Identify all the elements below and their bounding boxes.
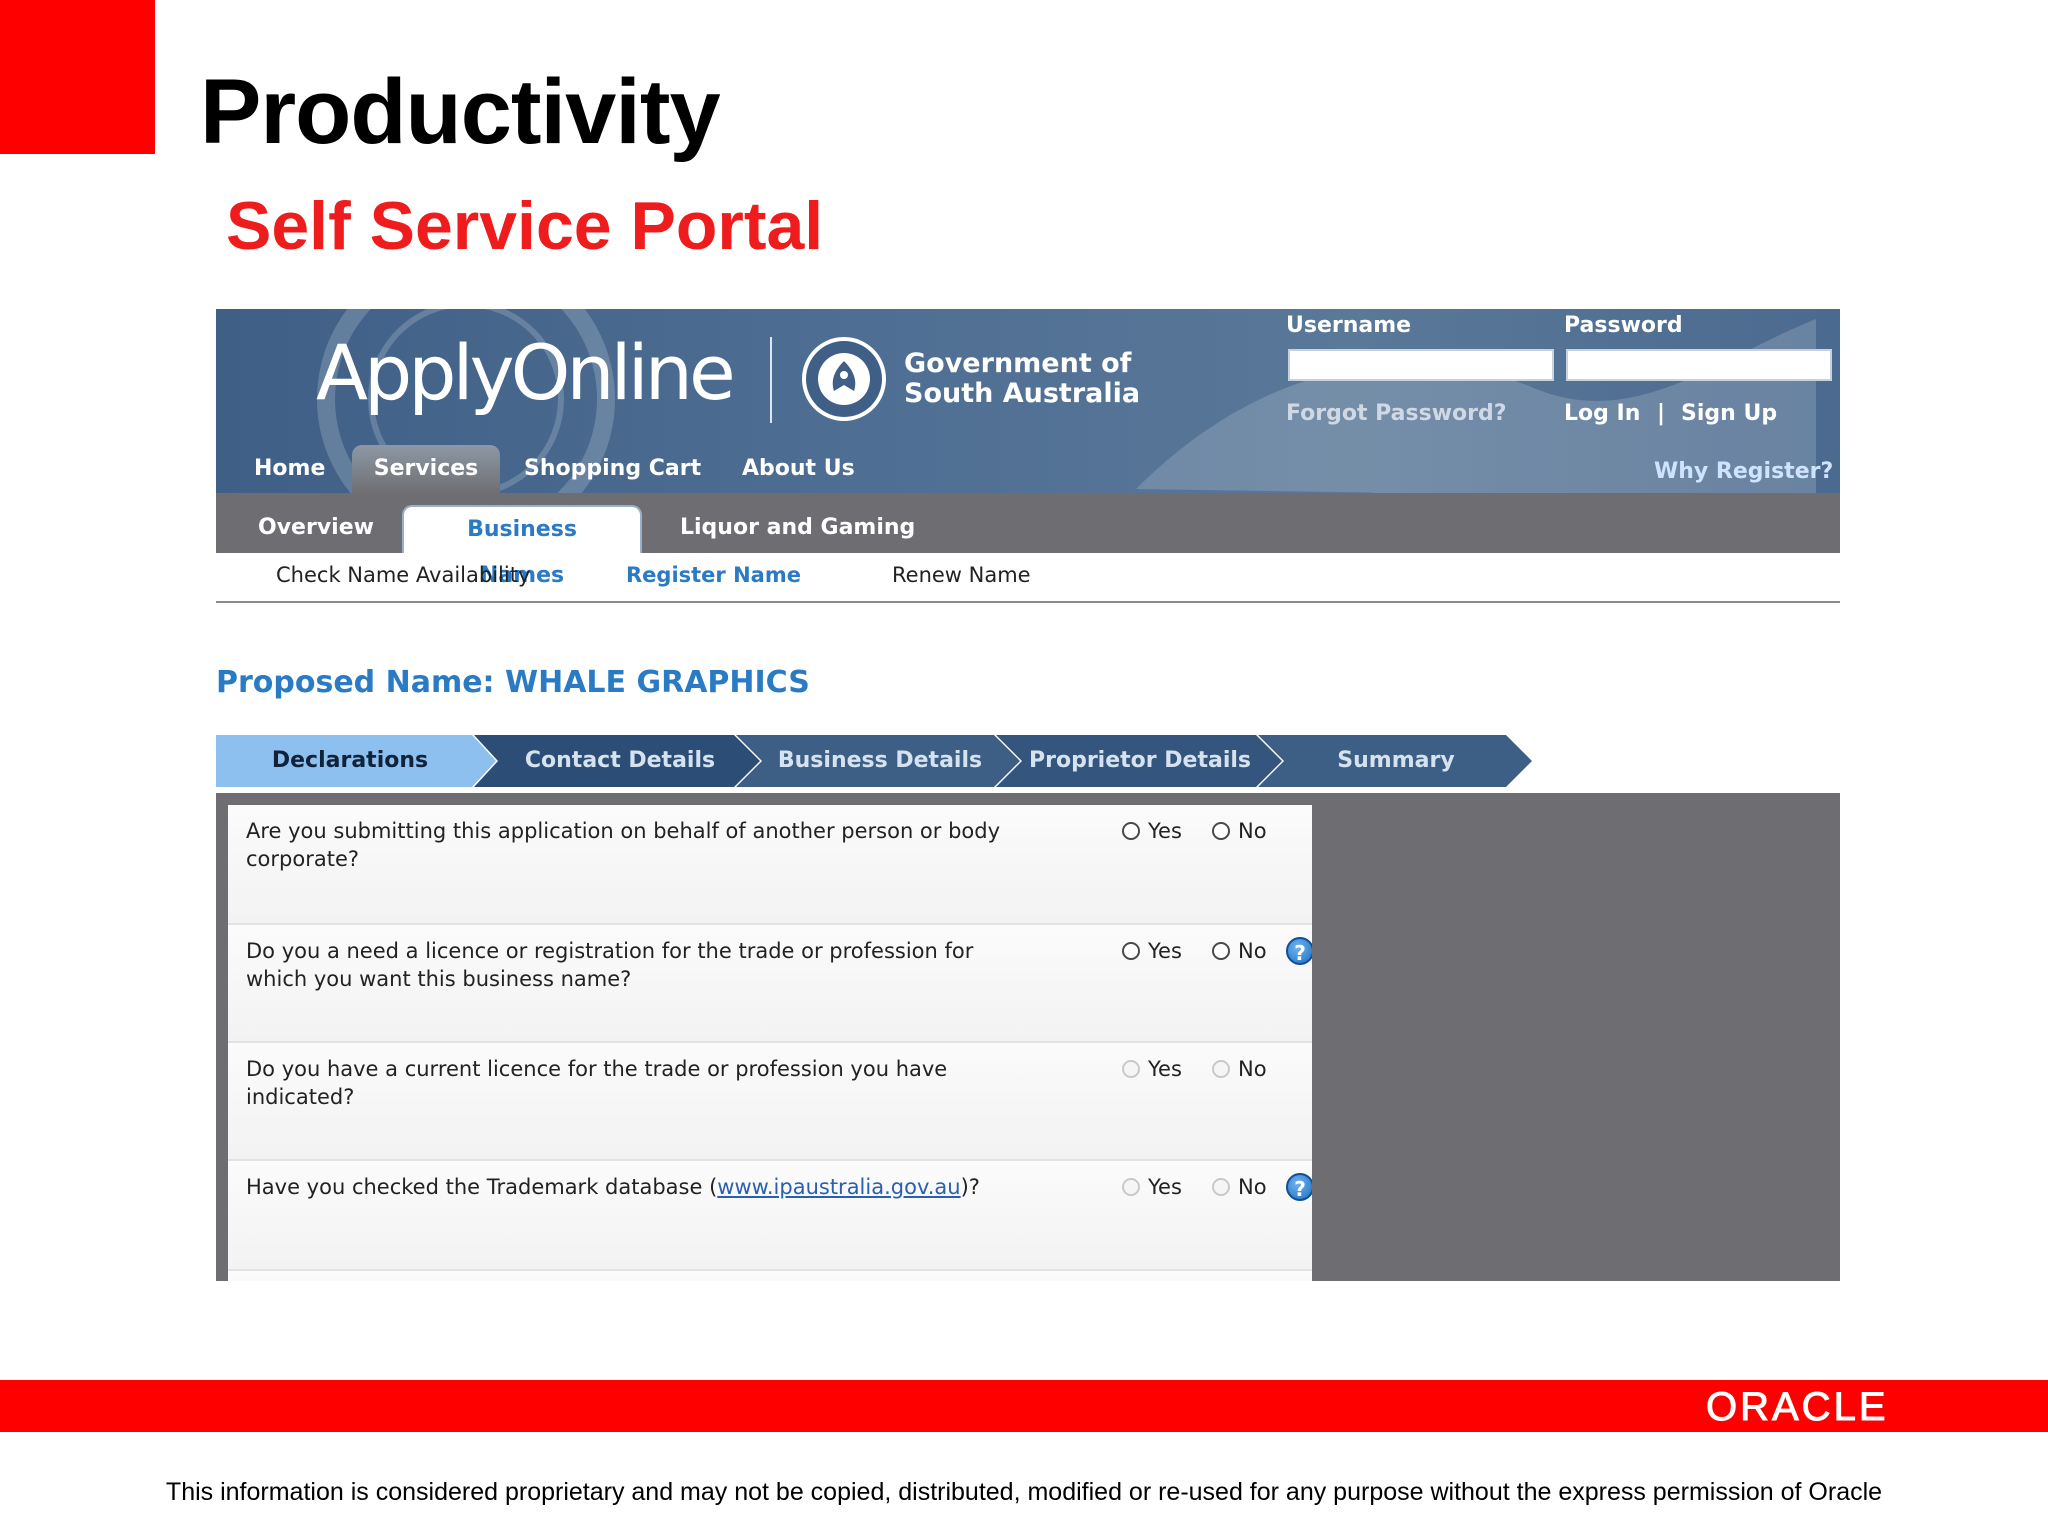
no-label: No [1238,939,1267,963]
step-contact-details[interactable]: Contact Details [492,735,748,787]
nav-about-us[interactable]: About Us [722,445,875,493]
no-label: No [1238,819,1267,843]
footer-disclaimer: This information is considered proprieta… [165,1478,1883,1506]
government-seal-icon [802,337,886,421]
step-declarations[interactable]: Declarations [216,735,484,787]
tertiary-nav: Check Name Availability Register Name Re… [216,553,1840,603]
password-label: Password [1564,313,1683,338]
nav-shopping-cart[interactable]: Shopping Cart [504,445,721,493]
question-line: indicated? [246,1085,355,1109]
no-radio[interactable] [1212,1060,1230,1078]
step-summary[interactable]: Summary [1276,735,1516,787]
main-nav: Home Services Shopping Cart About Us [216,445,1840,493]
yes-radio[interactable] [1122,942,1140,960]
declarations-form-area: Are you submitting this application on b… [216,793,1840,1281]
question-row: Do you a need a licence or registration … [228,923,1312,1043]
portal-banner: ApplyOnline Government of South Australi… [216,309,1840,493]
no-label: No [1238,1175,1267,1199]
yes-label: Yes [1148,1057,1182,1081]
log-in-link[interactable]: Log In [1564,401,1640,426]
sign-up-link[interactable]: Sign Up [1681,401,1777,426]
question-row-partial [228,1269,1312,1281]
no-radio[interactable] [1212,942,1230,960]
question-text-suffix: )? [960,1175,980,1199]
gov-line-1: Government of [904,348,1132,379]
question-line: Do you a need a licence or registration … [246,939,974,963]
wizard-steps: Declarations Contact Details Business De… [216,735,1840,787]
subnav-business-names[interactable]: Business Names [402,505,642,588]
question-text: Are you submitting this application on b… [246,817,1066,873]
applyonline-logo[interactable]: ApplyOnline [316,335,736,411]
help-icon[interactable]: ? [1286,1173,1312,1201]
question-text-prefix: Have you checked the Trademark database … [246,1175,718,1199]
password-input[interactable] [1566,349,1832,381]
oracle-logo: ORACLE [1706,1385,1889,1429]
step-proprietor-details[interactable]: Proprietor Details [1012,735,1268,787]
oracle-logo-text: ORACLE [1706,1385,1889,1429]
username-input[interactable] [1288,349,1554,381]
question-text: Do you have a current licence for the tr… [246,1055,1066,1111]
question-line: Do you have a current licence for the tr… [246,1057,948,1081]
slide-title: Productivity [200,61,721,163]
question-text: Have you checked the Trademark database … [246,1173,1066,1201]
step-business-details[interactable]: Business Details [752,735,1008,787]
question-line: corporate? [246,847,360,871]
slide-subtitle: Self Service Portal [226,188,824,264]
renew-name-link[interactable]: Renew Name [892,563,1031,587]
nav-services[interactable]: Services [352,445,500,493]
yes-radio[interactable] [1122,1178,1140,1196]
no-label: No [1238,1057,1267,1081]
declarations-form: Are you submitting this application on b… [228,805,1312,1281]
portal-screenshot: ApplyOnline Government of South Australi… [216,309,1840,1281]
subnav-liquor-and-gaming[interactable]: Liquor and Gaming [656,505,939,553]
no-radio[interactable] [1212,1178,1230,1196]
ipaustralia-link[interactable]: www.ipaustralia.gov.au [717,1175,960,1199]
yes-radio[interactable] [1122,1060,1140,1078]
sub-nav: Overview Business Names Liquor and Gamin… [216,493,1840,588]
yes-radio[interactable] [1122,822,1140,840]
nav-home[interactable]: Home [234,445,345,493]
help-icon[interactable]: ? [1286,937,1312,965]
login-separator: | [1657,401,1666,426]
brand-red-square [0,0,155,154]
check-name-availability-link[interactable]: Check Name Availability [276,563,530,587]
question-line: which you want this business name? [246,967,632,991]
forgot-password-link[interactable]: Forgot Password? [1286,401,1507,426]
question-row: Have you checked the Trademark database … [228,1159,1312,1279]
yes-label: Yes [1148,819,1182,843]
yes-label: Yes [1148,939,1182,963]
question-line: Are you submitting this application on b… [246,819,1001,843]
government-name: Government of South Australia [904,349,1140,409]
question-text: Do you a need a licence or registration … [246,937,1066,993]
gov-line-2: South Australia [904,378,1141,409]
register-name-link[interactable]: Register Name [626,563,801,587]
yes-label: Yes [1148,1175,1182,1199]
logo-divider [770,337,772,423]
question-row: Are you submitting this application on b… [228,805,1312,923]
no-radio[interactable] [1212,822,1230,840]
question-row: Do you have a current licence for the tr… [228,1041,1312,1161]
subnav-overview[interactable]: Overview [234,505,398,553]
username-label: Username [1286,313,1412,338]
proposed-name-heading: Proposed Name: WHALE GRAPHICS [216,665,810,700]
